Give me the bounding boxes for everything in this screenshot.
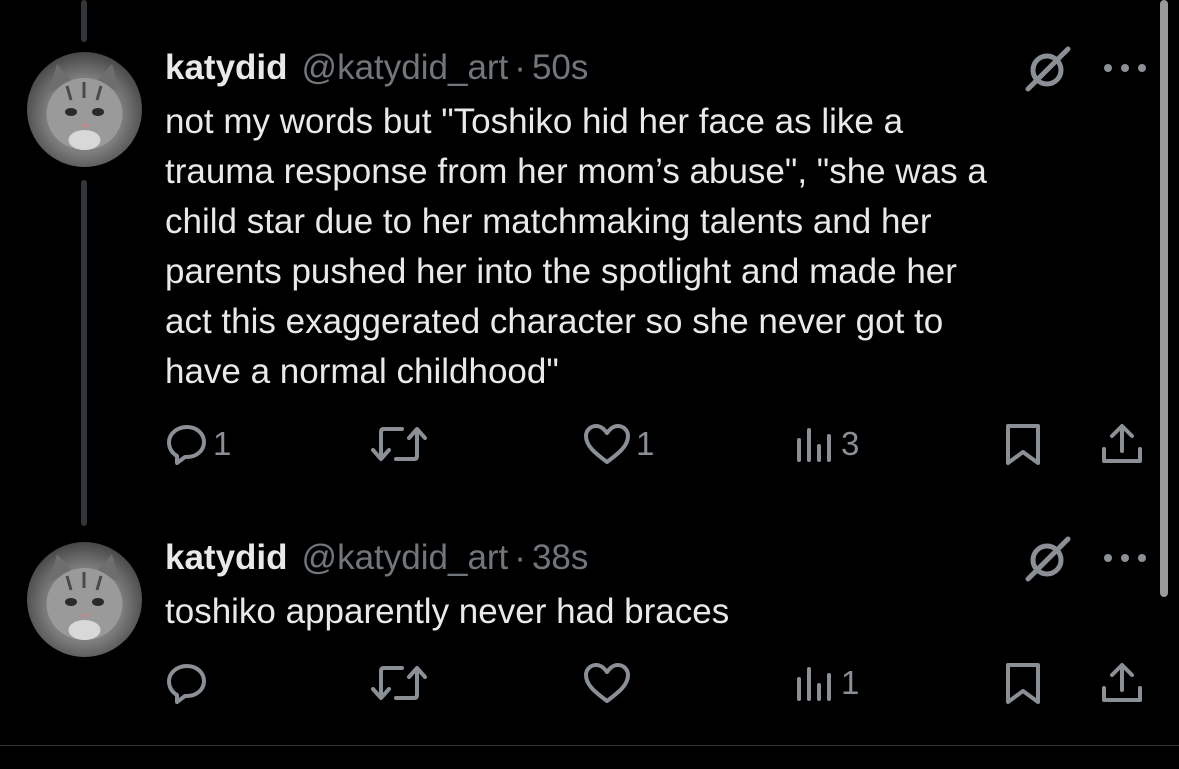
like-button[interactable]: 1 — [582, 419, 654, 469]
share-button[interactable] — [1099, 658, 1145, 708]
repost-button[interactable] — [370, 419, 432, 469]
separator-dot: · — [514, 538, 526, 577]
reply-count: 1 — [213, 425, 232, 462]
repost-icon — [371, 666, 427, 700]
share-icon — [1102, 424, 1142, 463]
avatar[interactable] — [27, 542, 142, 657]
more-icon[interactable] — [1102, 58, 1148, 78]
username[interactable]: @katydid_art — [302, 538, 509, 578]
reply-icon — [167, 425, 206, 465]
repost-icon — [371, 427, 427, 461]
like-count: 1 — [636, 425, 655, 462]
tweet[interactable]: katydid @katydid_art · 38s toshiko appar… — [0, 530, 1179, 745]
views-button[interactable]: 3 — [793, 419, 859, 469]
display-name[interactable]: katydid — [165, 538, 288, 578]
timestamp[interactable]: 38s — [532, 538, 588, 578]
action-bar: 1 — [0, 658, 1179, 708]
bookmark-icon — [1006, 663, 1040, 704]
tweet[interactable]: katydid @katydid_art · 50s not my words … — [0, 0, 1179, 530]
views-icon — [797, 428, 831, 462]
view-count: 3 — [841, 425, 860, 462]
views-icon — [797, 667, 831, 701]
cat-avatar-icon — [46, 554, 123, 640]
action-bar: 1 1 3 — [0, 419, 1179, 469]
repost-button[interactable] — [370, 658, 432, 708]
tweet-text: not my words but "Toshiko hid her face a… — [165, 102, 987, 391]
divider — [0, 745, 1179, 746]
reply-icon — [167, 664, 206, 704]
separator-dot: · — [514, 48, 526, 87]
bookmark-button[interactable] — [1001, 658, 1045, 708]
cat-avatar-icon — [46, 64, 123, 150]
grok-icon[interactable] — [1022, 534, 1074, 582]
tweet-header: katydid @katydid_art · 50s — [165, 48, 588, 88]
tweet-header: katydid @katydid_art · 38s — [165, 538, 588, 578]
more-icon[interactable] — [1102, 548, 1148, 568]
like-button[interactable] — [582, 658, 636, 708]
username[interactable]: @katydid_art — [302, 48, 509, 88]
avatar[interactable] — [27, 52, 142, 167]
view-count: 1 — [841, 664, 860, 701]
timestamp[interactable]: 50s — [532, 48, 588, 88]
display-name[interactable]: katydid — [165, 48, 288, 88]
tweet-text: toshiko apparently never had braces — [165, 592, 730, 631]
bookmark-icon — [1006, 424, 1040, 465]
share-button[interactable] — [1099, 419, 1145, 469]
reply-button[interactable] — [165, 658, 213, 708]
views-button[interactable]: 1 — [793, 658, 859, 708]
reply-button[interactable]: 1 — [165, 419, 231, 469]
like-icon — [584, 663, 630, 703]
bookmark-button[interactable] — [1001, 419, 1045, 469]
like-icon — [584, 424, 630, 464]
grok-icon[interactable] — [1022, 44, 1074, 92]
share-icon — [1102, 663, 1142, 702]
